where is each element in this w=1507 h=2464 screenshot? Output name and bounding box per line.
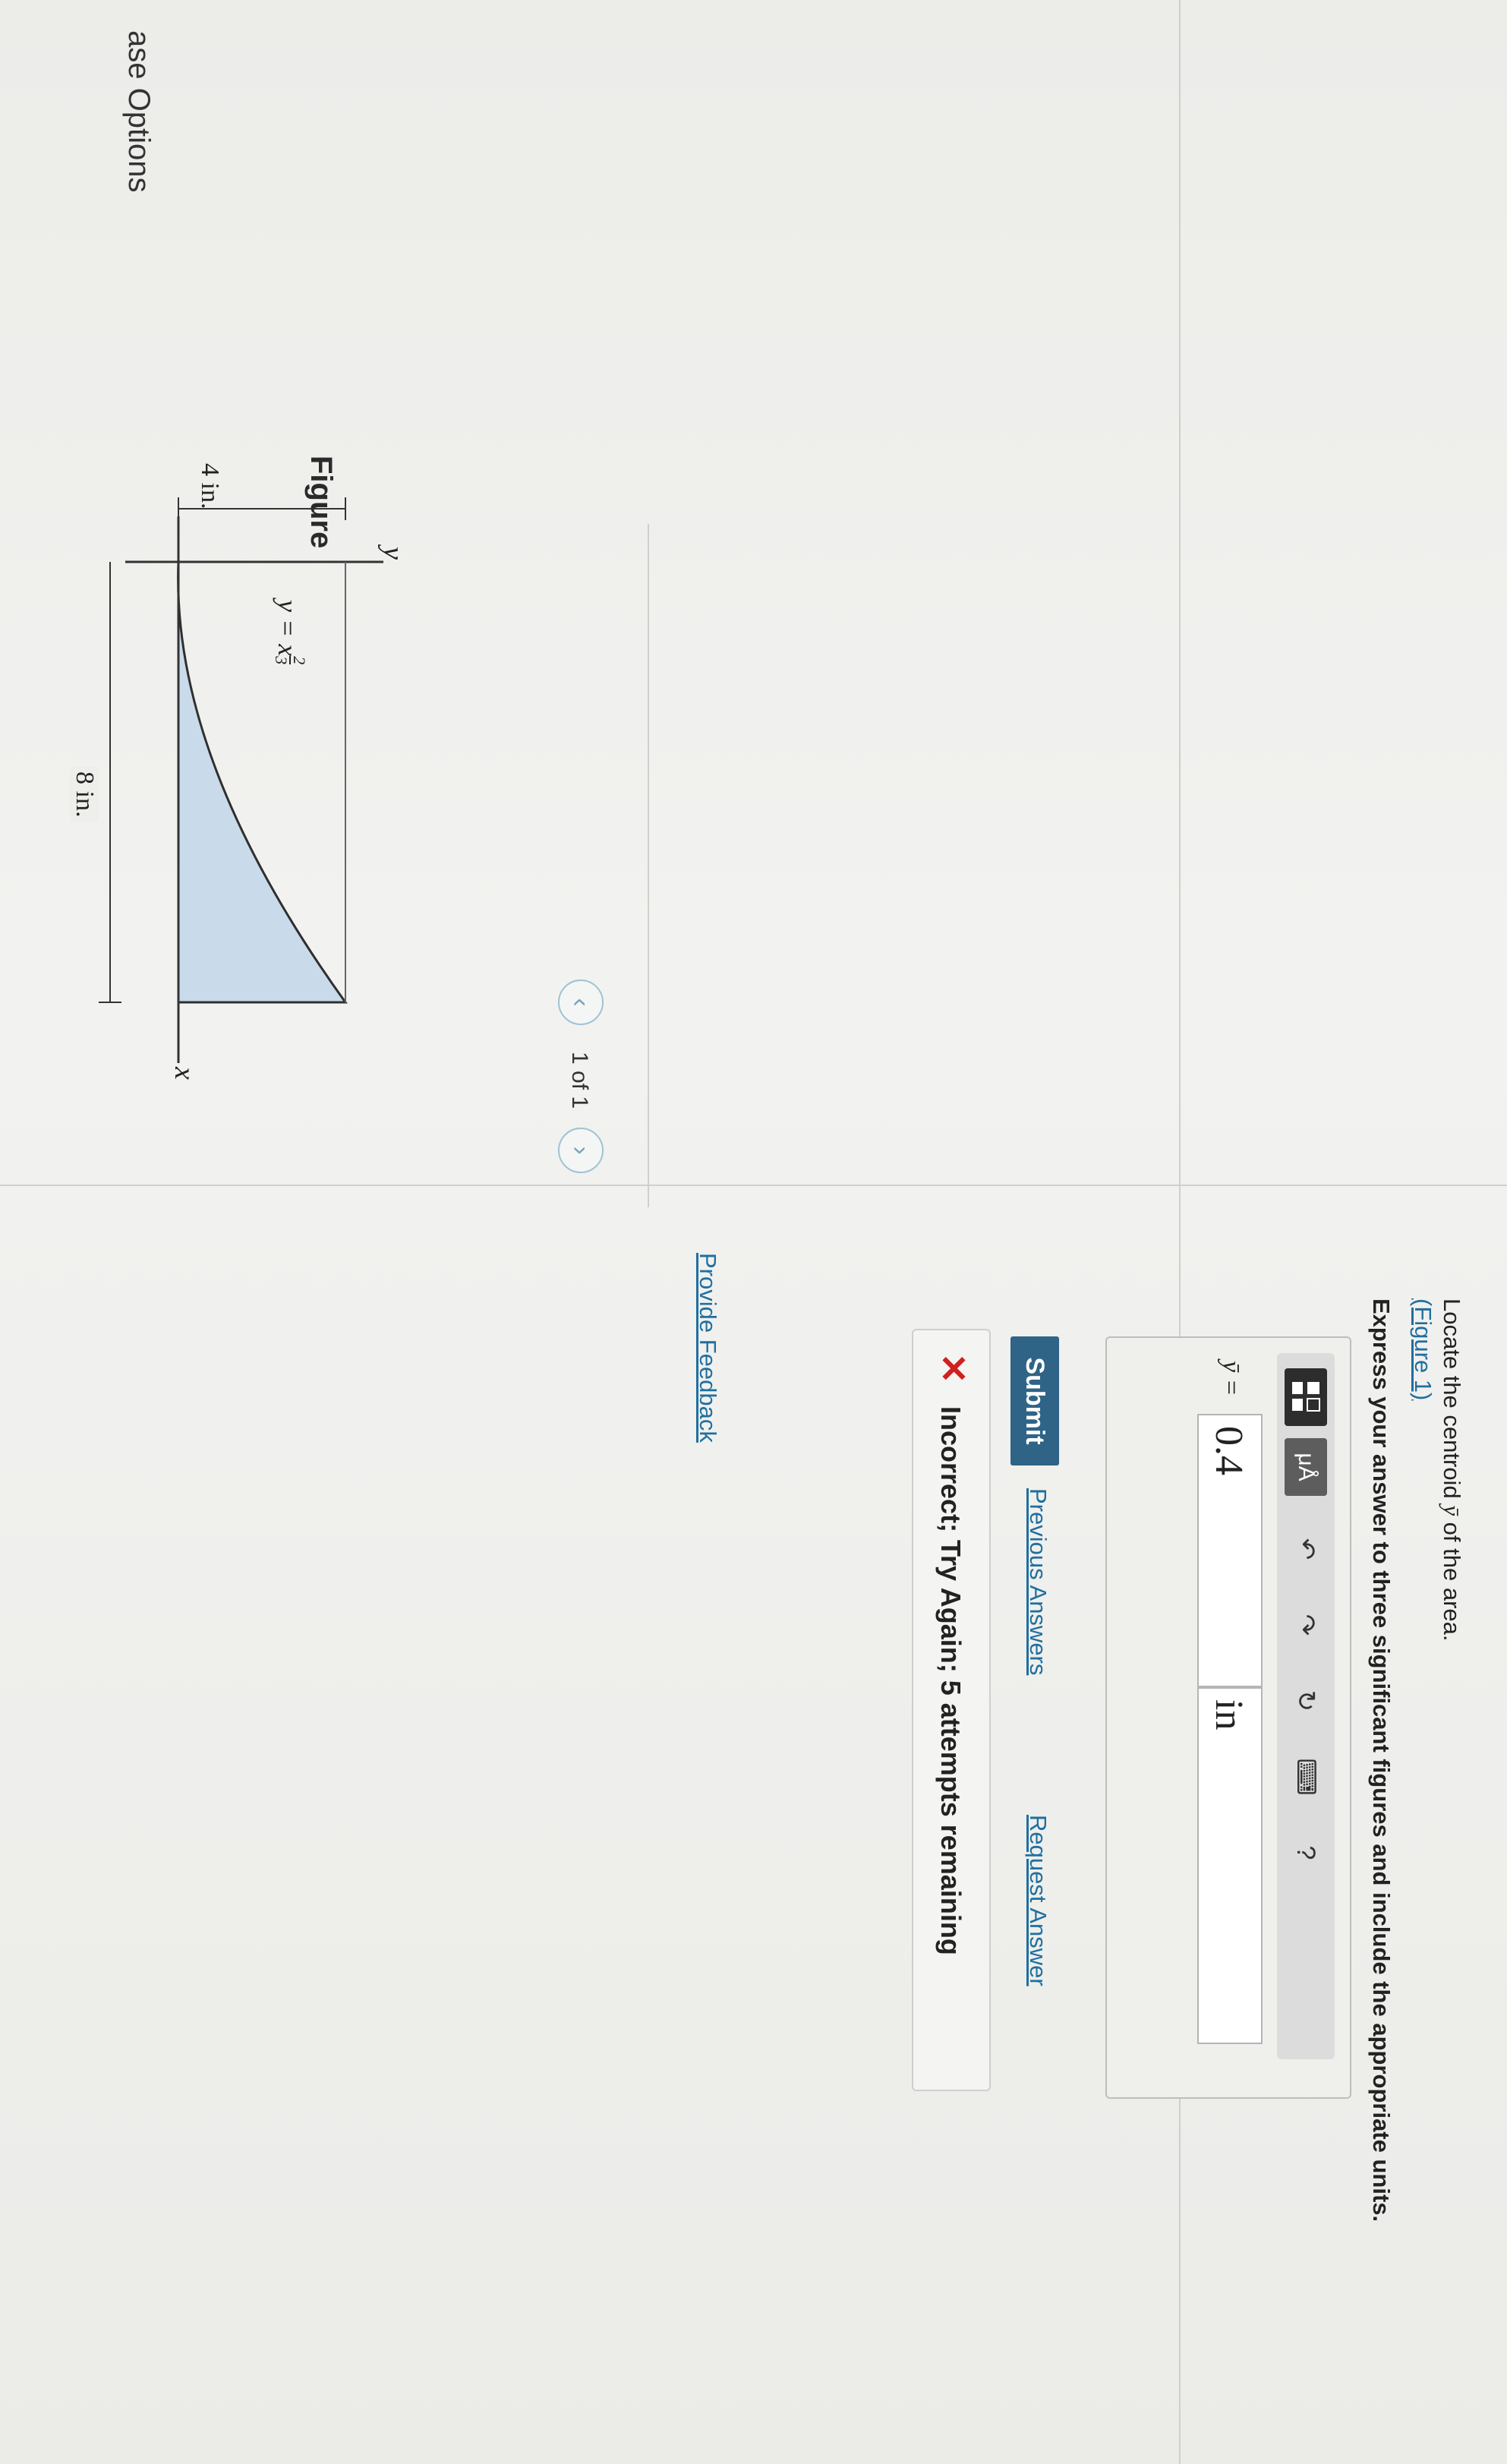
curve-exp-den: 3: [272, 656, 291, 665]
axis-x-label: x: [169, 1067, 200, 1080]
instruction-text: Express your answer to three significant…: [1368, 1298, 1395, 2223]
options-label[interactable]: ase Options: [121, 30, 156, 192]
figure-diagram: [99, 497, 383, 1063]
feedback-box: ✕ Incorrect; Try Again; 5 attempts remai…: [912, 1329, 991, 2091]
prompt-symbol: ȳ: [1439, 1505, 1465, 1516]
request-answer-link[interactable]: Request Answer: [1024, 1815, 1051, 1986]
prev-figure-button[interactable]: ‹: [558, 980, 604, 1025]
templates-glyph: [1292, 1382, 1320, 1412]
chevron-left-icon: ‹: [566, 998, 596, 1007]
value-input[interactable]: 0.4: [1197, 1414, 1263, 1687]
redo-icon[interactable]: ↷: [1285, 1604, 1327, 1646]
prompt-suffix: of the area.: [1439, 1516, 1465, 1642]
undo-icon[interactable]: ↶: [1285, 1528, 1327, 1570]
figure-link[interactable]: (Figure 1): [1409, 1298, 1436, 1400]
prompt-prefix: Locate the centroid: [1439, 1298, 1465, 1506]
keyboard-icon[interactable]: ⌨: [1285, 1756, 1327, 1798]
previous-answers-link[interactable]: Previous Answers: [1024, 1488, 1051, 1675]
curve-label: y = x23: [272, 600, 309, 665]
curve-exp-num: 2: [289, 656, 309, 665]
rotated-page: ase Options Figure y x 4 in. 8 in. y = x…: [0, 0, 1507, 2464]
help-icon[interactable]: ?: [1285, 1831, 1327, 1874]
figure-pagination: 1 of 1: [567, 1052, 592, 1109]
next-figure-button[interactable]: ›: [558, 1128, 604, 1173]
reset-icon[interactable]: ↻: [1285, 1680, 1327, 1722]
curve-label-text: y = x: [273, 600, 303, 657]
unit-input[interactable]: in: [1197, 1687, 1263, 2044]
templates-icon[interactable]: [1285, 1368, 1327, 1426]
units-icon[interactable]: μÅ: [1285, 1438, 1327, 1496]
answer-box: μÅ ↶ ↷ ↻ ⌨ ? ȳ = 0.4 in: [1105, 1336, 1351, 2099]
question-prompt: Locate the centroid ȳ of the area.: [1438, 1298, 1465, 1642]
dim-width-label: 8 in.: [70, 767, 99, 822]
axis-y-label: y: [377, 547, 409, 560]
math-toolbar: μÅ ↶ ↷ ↻ ⌨ ?: [1277, 1353, 1335, 2059]
feedback-message: Incorrect; Try Again; 5 attempts remaini…: [935, 1406, 966, 1955]
figure-divider: [648, 524, 649, 1207]
answer-label: ȳ =: [1217, 1361, 1245, 1396]
dim-height-label: 4 in.: [196, 463, 224, 510]
panel-divider: [0, 1185, 1507, 1186]
submit-button[interactable]: Submit: [1010, 1336, 1059, 1465]
provide-feedback-link[interactable]: Provide Feedback: [694, 1253, 721, 1443]
error-x-icon: ✕: [932, 1353, 973, 1384]
chevron-right-icon: ›: [566, 1146, 596, 1155]
shaded-region: [177, 561, 348, 1004]
